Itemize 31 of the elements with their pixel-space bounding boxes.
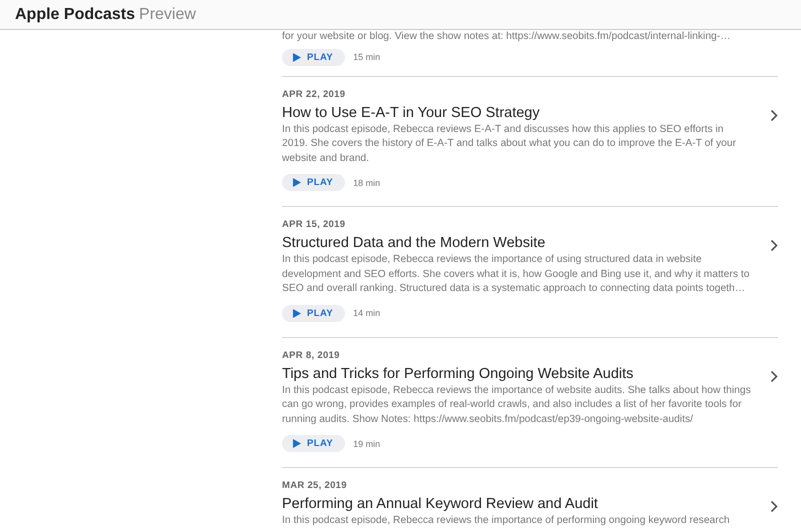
episode-duration: 19 min — [353, 438, 380, 448]
play-button[interactable]: PLAY — [282, 48, 346, 66]
episode-description: In this podcast episode, Rebecca reviews E-A-T and discusses how this applies to SEO efforts in 2019. She covers the history of E-A-T and talks about what you can do to improve the E-A-T of your website and brand. — [282, 122, 738, 166]
play-icon — [293, 178, 301, 187]
episode-duration: 15 min — [353, 52, 380, 62]
episode-description: In this podcast episode, Rebecca reviews the importance of website audits. She talks about how things can go wrong, provides examples of real-world crawls, and also includes a list of her favorite tools for running audits. Show Notes: https://www.seobits.fm/podcast/ep39-ongoing-website-audits/ — [282, 384, 752, 426]
episode-date: APR 22, 2019 — [282, 88, 346, 100]
episode-date: APR 15, 2019 — [282, 219, 346, 231]
episode-duration: 18 min — [353, 178, 380, 188]
chevron-right-icon[interactable] — [770, 370, 778, 382]
play-icon — [293, 308, 301, 318]
episode-date: APR 8, 2019 — [282, 350, 341, 362]
brand-title[interactable]: Apple Podcasts — [15, 6, 136, 24]
brand-suffix: Preview — [139, 6, 196, 24]
chevron-right-icon[interactable] — [770, 239, 778, 252]
play-button[interactable]: PLAY — [282, 435, 346, 452]
episode-title[interactable]: Performing an Annual Keyword Review and Audit — [282, 494, 770, 514]
chevron-right-icon[interactable] — [770, 108, 778, 122]
episode-description: In this podcast episode, Rebecca reviews the importance of using structured data in website development and SEO efforts. She covers what it is, how Google and Bing use it, and why it matters to SEO and overall ranking. Structured data is a systematic approach to connecting data points togeth… — [282, 253, 750, 296]
play-button[interactable]: PLAY — [282, 174, 346, 191]
episode-description: for your website or blog. View the show notes at: https://www.seobits.fm/podcast/internal-linking-… — [282, 30, 732, 44]
play-button[interactable]: PLAY — [282, 304, 346, 322]
chevron-right-icon[interactable] — [770, 500, 778, 513]
episode-title[interactable]: Structured Data and the Modern Website — [282, 233, 770, 253]
episode-title[interactable]: Tips and Tricks for Performing Ongoing Website Audits — [282, 364, 770, 384]
play-icon — [293, 439, 301, 448]
episode-description: In this podcast episode, Rebecca reviews the importance of performing ongoing keyword research — [282, 514, 731, 528]
episode-title[interactable]: How to Use E-A-T in Your SEO Strategy — [282, 102, 770, 122]
play-icon — [293, 52, 301, 62]
episode-date: MAR 25, 2019 — [282, 480, 348, 492]
episode-duration: 14 min — [353, 308, 380, 318]
